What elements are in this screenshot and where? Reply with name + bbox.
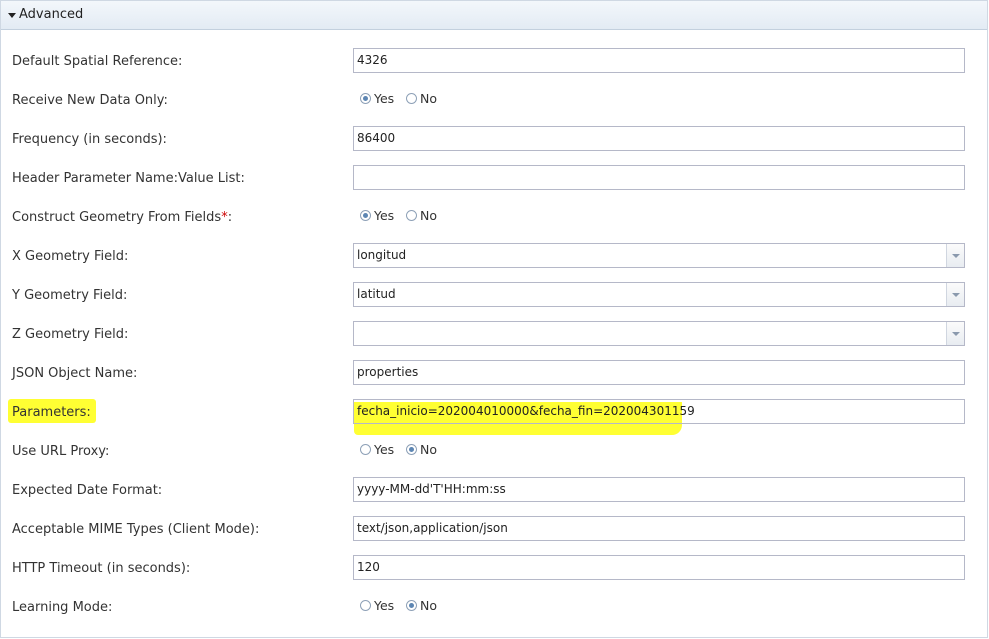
y-geometry-field-select[interactable]: latitud — [353, 282, 965, 307]
label-text: Construct Geometry From Fields — [12, 210, 222, 225]
field-value: text/json,application/json — [357, 521, 508, 535]
field-label: Header Parameter Name:Value List: — [12, 171, 245, 186]
field-label: Use URL Proxy: — [12, 444, 110, 459]
field-value: yyyy-MM-dd'T'HH:mm:ss — [357, 482, 506, 496]
radio-checked-icon[interactable] — [360, 210, 371, 221]
acceptable-mime-types-input[interactable]: text/json,application/json — [353, 516, 965, 541]
chevron-down-icon — [952, 293, 960, 297]
radio-checked-icon[interactable] — [406, 444, 417, 455]
field-label: Construct Geometry From Fields*: — [12, 210, 232, 225]
dropdown-button[interactable] — [946, 322, 964, 345]
header-parameter-input[interactable] — [353, 165, 965, 190]
field-label: Expected Date Format: — [12, 483, 163, 498]
field-label: Parameters: — [12, 405, 91, 420]
radio-label: Yes — [374, 598, 395, 613]
row-use-url-proxy: Use URL Proxy: Yes No — [0, 438, 986, 477]
radio-unchecked-icon[interactable] — [360, 444, 371, 455]
field-value: fecha_inicio=202004010000&fecha_fin=2020… — [357, 404, 695, 418]
row-json-object-name: JSON Object Name: properties — [0, 360, 986, 399]
radio-label: Yes — [374, 442, 395, 457]
row-x-geometry-field: X Geometry Field: longitud — [0, 243, 986, 282]
json-object-name-input[interactable]: properties — [353, 360, 965, 385]
x-geometry-field-select[interactable]: longitud — [353, 243, 965, 268]
row-learning-mode: Learning Mode: Yes No — [0, 594, 986, 633]
caret-down-icon[interactable] — [8, 13, 16, 18]
row-expected-date-format: Expected Date Format: yyyy-MM-dd'T'HH:mm… — [0, 477, 986, 516]
panel-title: Advanced — [19, 7, 84, 22]
field-label: JSON Object Name: — [12, 366, 138, 381]
row-default-spatial-reference: Default Spatial Reference: 4326 — [0, 48, 986, 87]
field-label: Frequency (in seconds): — [12, 132, 167, 147]
row-receive-new-data-only: Receive New Data Only: Yes No — [0, 87, 986, 126]
radio-unchecked-icon[interactable] — [360, 600, 371, 611]
field-value: 120 — [357, 560, 380, 574]
field-value: 86400 — [357, 131, 396, 145]
row-y-geometry-field: Y Geometry Field: latitud — [0, 282, 986, 321]
http-timeout-input[interactable]: 120 — [353, 555, 965, 580]
radio-unchecked-icon[interactable] — [406, 93, 417, 104]
radio-label: No — [420, 442, 437, 457]
label-suffix: : — [227, 210, 233, 225]
dropdown-button[interactable] — [946, 244, 964, 267]
row-header-parameter-list: Header Parameter Name:Value List: — [0, 165, 986, 204]
row-parameters: Parameters: fecha_inicio=202004010000&fe… — [0, 399, 986, 438]
field-value: 4326 — [357, 53, 388, 67]
row-z-geometry-field: Z Geometry Field: — [0, 321, 986, 360]
chevron-down-icon — [952, 254, 960, 258]
radio-label: No — [420, 91, 437, 106]
expected-date-format-input[interactable]: yyyy-MM-dd'T'HH:mm:ss — [353, 477, 965, 502]
field-value: longitud — [357, 248, 407, 262]
field-label: Learning Mode: — [12, 600, 113, 615]
panel-header[interactable]: Advanced — [1, 1, 987, 30]
field-label: Receive New Data Only: — [12, 93, 168, 108]
radio-label: No — [420, 598, 437, 613]
row-construct-geometry: Construct Geometry From Fields*: Yes No — [0, 204, 986, 243]
radio-unchecked-icon[interactable] — [406, 210, 417, 221]
field-label: Default Spatial Reference: — [12, 54, 183, 69]
radio-checked-icon[interactable] — [360, 93, 371, 104]
field-label: Y Geometry Field: — [12, 288, 128, 303]
parameters-input[interactable]: fecha_inicio=202004010000&fecha_fin=2020… — [353, 399, 965, 424]
field-value: latitud — [357, 287, 396, 301]
radio-label: Yes — [374, 208, 395, 223]
frequency-input[interactable]: 86400 — [353, 126, 965, 151]
row-acceptable-mime-types: Acceptable MIME Types (Client Mode): tex… — [0, 516, 986, 555]
field-label: X Geometry Field: — [12, 249, 129, 264]
radio-label: Yes — [374, 91, 395, 106]
chevron-down-icon — [952, 332, 960, 336]
z-geometry-field-select[interactable] — [353, 321, 965, 346]
default-spatial-reference-input[interactable]: 4326 — [353, 48, 965, 73]
row-http-timeout: HTTP Timeout (in seconds): 120 — [0, 555, 986, 594]
radio-checked-icon[interactable] — [406, 600, 417, 611]
row-frequency: Frequency (in seconds): 86400 — [0, 126, 986, 165]
dropdown-button[interactable] — [946, 283, 964, 306]
field-value: properties — [357, 365, 419, 379]
field-label: Acceptable MIME Types (Client Mode): — [12, 522, 260, 537]
field-label: HTTP Timeout (in seconds): — [12, 561, 191, 576]
field-label: Z Geometry Field: — [12, 327, 129, 342]
radio-label: No — [420, 208, 437, 223]
